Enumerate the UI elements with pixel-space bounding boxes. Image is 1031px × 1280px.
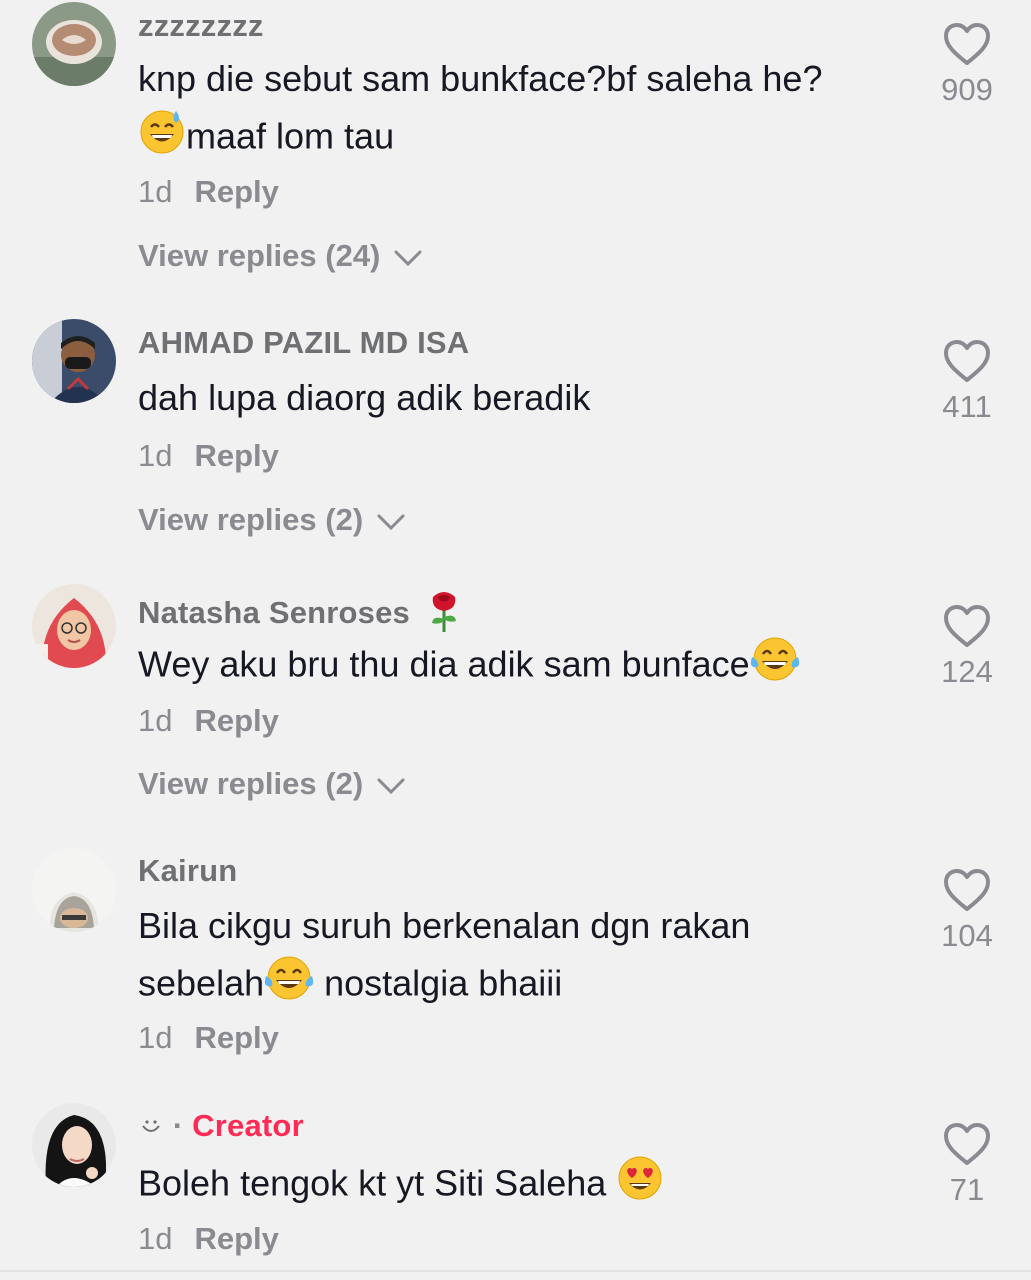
tears-of-joy-emoji-icon bbox=[264, 954, 314, 1018]
comment-text-line: maaf lom tau bbox=[186, 115, 395, 157]
username[interactable]: zzzzzzzz bbox=[138, 8, 264, 44]
comment-text: sebelah nostalgia bhaiii bbox=[138, 954, 562, 1018]
avatar[interactable] bbox=[32, 1103, 116, 1187]
chevron-down-icon bbox=[377, 514, 405, 530]
heart-icon bbox=[944, 1123, 990, 1165]
comment-text-line: knp die sebut sam bunkface?bf saleha he? bbox=[138, 58, 823, 99]
comment-text: knp die sebut sam bunkface?bf saleha he? bbox=[138, 50, 822, 107]
username-label: Natasha Senroses bbox=[138, 595, 410, 631]
timestamp: 1d bbox=[138, 703, 173, 738]
timestamp: 1d bbox=[138, 174, 173, 209]
like-button[interactable]: 909 bbox=[930, 22, 1004, 108]
comment-text: dah lupa diaorg adik beradik bbox=[138, 369, 590, 426]
view-replies-label: View replies (2) bbox=[138, 502, 364, 537]
chevron-down-icon bbox=[394, 250, 422, 266]
tears-of-joy-emoji-icon bbox=[750, 635, 800, 699]
heart-icon bbox=[944, 869, 990, 911]
creator-badge: Creator bbox=[192, 1108, 304, 1143]
heart-icon bbox=[944, 340, 990, 382]
avatar[interactable] bbox=[32, 584, 116, 668]
rose-emoji-icon bbox=[427, 589, 461, 641]
view-replies-label: View replies (24) bbox=[138, 238, 381, 273]
comment-meta: 1d Reply bbox=[138, 703, 279, 739]
reply-button[interactable]: Reply bbox=[194, 174, 278, 209]
avatar[interactable] bbox=[32, 848, 116, 932]
view-replies-button[interactable]: View replies (2) bbox=[138, 502, 406, 538]
comment-text: Bila cikgu suruh berkenalan dgn rakan bbox=[138, 897, 750, 954]
username[interactable]: Natasha Senroses bbox=[138, 589, 461, 641]
comment-meta: 1d Reply bbox=[138, 438, 279, 474]
like-button[interactable]: 71 bbox=[930, 1122, 1004, 1208]
view-replies-button[interactable]: View replies (24) bbox=[138, 238, 423, 274]
comment-meta: 1d Reply bbox=[138, 174, 279, 210]
comment-text-line: Wey aku bru thu dia adik sam bunface bbox=[138, 643, 750, 685]
like-count: 104 bbox=[941, 918, 993, 953]
heart-eyes-emoji-icon bbox=[616, 1154, 664, 1218]
view-replies-label: View replies (2) bbox=[138, 766, 364, 801]
username[interactable]: Kairun bbox=[138, 853, 237, 889]
like-count: 909 bbox=[941, 72, 993, 107]
comment-meta: 1d Reply bbox=[138, 1221, 279, 1257]
username-label: · bbox=[172, 1108, 193, 1143]
chevron-down-icon bbox=[377, 778, 405, 794]
reply-button[interactable]: Reply bbox=[194, 1221, 278, 1256]
comment-text: Boleh tengok kt yt Siti Saleha bbox=[138, 1154, 664, 1218]
heart-icon bbox=[944, 605, 990, 647]
like-count: 71 bbox=[949, 1172, 985, 1207]
like-button[interactable]: 104 bbox=[930, 868, 1004, 954]
sweat-smile-emoji-icon bbox=[138, 107, 186, 171]
comment-text-line: dah lupa diaorg adik beradik bbox=[138, 377, 591, 418]
view-replies-button[interactable]: View replies (2) bbox=[138, 766, 406, 802]
like-count: 124 bbox=[941, 654, 993, 689]
reply-button[interactable]: Reply bbox=[194, 1020, 278, 1055]
username[interactable]: AHMAD PAZIL MD ISA bbox=[138, 325, 469, 361]
comment-meta: 1d Reply bbox=[138, 1020, 279, 1056]
reply-button[interactable]: Reply bbox=[194, 438, 278, 473]
comment-text: maaf lom tau bbox=[138, 107, 394, 171]
avatar[interactable] bbox=[32, 2, 116, 86]
smiley-icon bbox=[138, 1110, 164, 1146]
comment-text-line: sebelah bbox=[138, 962, 265, 1004]
heart-icon bbox=[944, 23, 990, 65]
avatar[interactable] bbox=[32, 319, 116, 403]
username[interactable]: · Creator bbox=[138, 1108, 304, 1146]
like-button[interactable]: 411 bbox=[930, 339, 1004, 425]
comment-text-line: nostalgia bhaiii bbox=[314, 962, 563, 1004]
comment-text: Wey aku bru thu dia adik sam bunface bbox=[138, 635, 800, 699]
timestamp: 1d bbox=[138, 438, 173, 473]
timestamp: 1d bbox=[138, 1020, 173, 1055]
comment-text-line: Boleh tengok kt yt Siti Saleha bbox=[138, 1162, 617, 1204]
reply-button[interactable]: Reply bbox=[194, 703, 278, 738]
like-button[interactable]: 124 bbox=[930, 604, 1004, 690]
like-count: 411 bbox=[942, 389, 992, 424]
comment-text-line: Bila cikgu suruh berkenalan dgn rakan bbox=[138, 905, 751, 946]
divider bbox=[0, 1270, 1031, 1272]
timestamp: 1d bbox=[138, 1221, 173, 1256]
